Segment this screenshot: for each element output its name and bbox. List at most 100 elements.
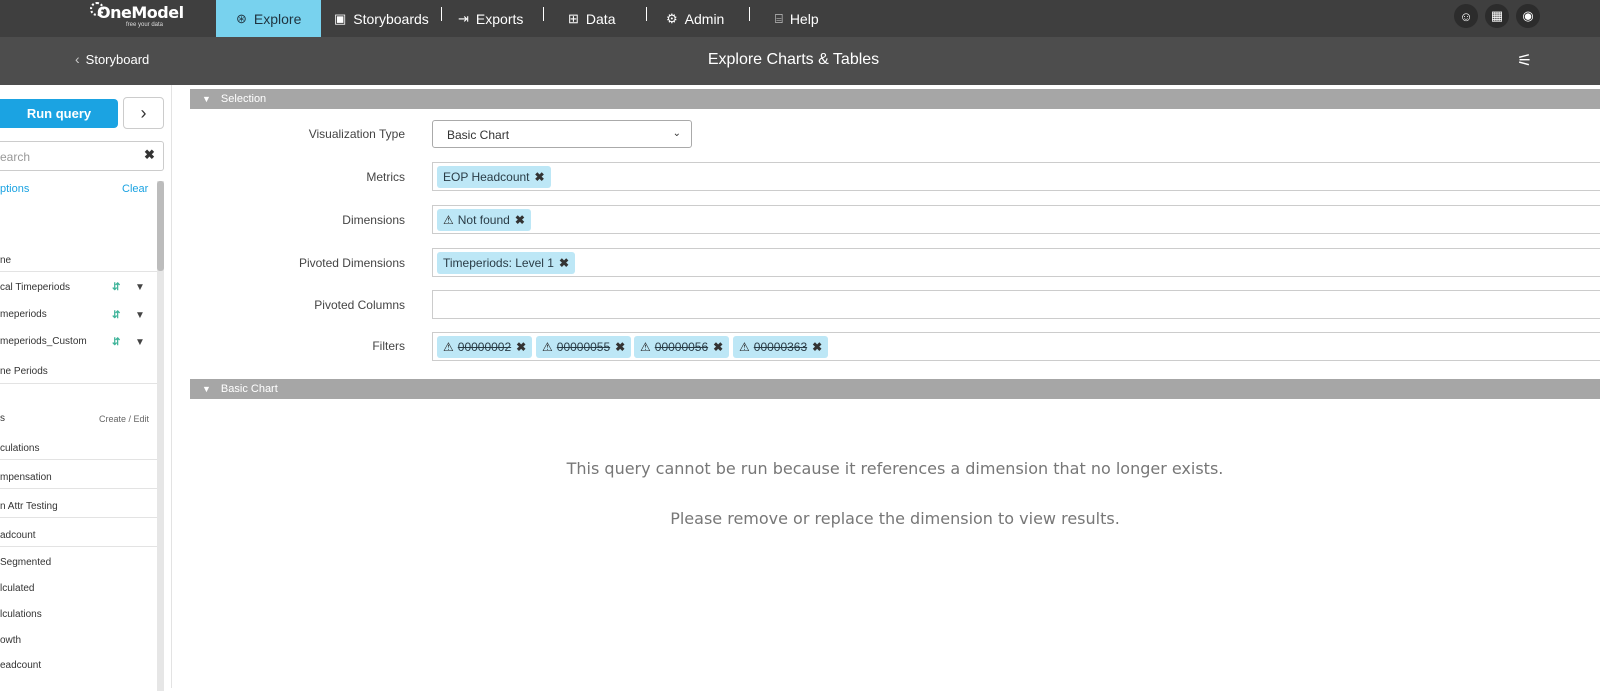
- logo-text: OneModel: [97, 3, 184, 22]
- sort-icon[interactable]: ⇵: [112, 310, 120, 321]
- divider: [0, 459, 157, 460]
- sidebar-scrollbar[interactable]: [157, 181, 164, 691]
- nav-exports-label: Exports: [475, 10, 524, 27]
- metric-chip-label: EOP Headcount: [443, 170, 530, 184]
- nav-data[interactable]: ⊞ Data: [568, 0, 615, 37]
- chevron-right-icon: ›: [140, 102, 147, 123]
- query-error-hint: Please remove or replace the dimension t…: [670, 509, 1120, 528]
- chevron-down-icon: ▼: [202, 94, 211, 104]
- clear-link[interactable]: Clear: [122, 183, 148, 195]
- remove-chip-icon[interactable]: ✖: [516, 340, 526, 354]
- remove-chip-icon[interactable]: ✖: [615, 340, 625, 354]
- create-edit-link[interactable]: Create / Edit: [99, 414, 149, 424]
- nav-help-label: Help: [789, 10, 819, 27]
- onemodel-logo[interactable]: OneModel free your data: [90, 1, 184, 33]
- divider: [0, 546, 157, 547]
- nav-exports[interactable]: ⇥ Exports: [458, 0, 523, 37]
- compass-icon: ⊛: [236, 10, 247, 26]
- sidebar-item-metric[interactable]: Segmented: [0, 557, 157, 568]
- remove-chip-icon[interactable]: ✖: [713, 340, 723, 354]
- filter-chip-label: 00000363: [753, 340, 808, 354]
- sidebar-item-time[interactable]: ne Periods: [0, 366, 157, 377]
- nav-divider: [749, 7, 750, 21]
- selection-section-header[interactable]: ▼ Selection: [190, 89, 1600, 109]
- filters-field[interactable]: ⚠ 00000002 ✖ ⚠ 00000055 ✖ ⚠ 00000056 ✖ ⚠…: [432, 332, 1600, 361]
- divider: [0, 271, 157, 272]
- expand-sidebar-button[interactable]: ›: [123, 97, 164, 129]
- logo-tagline: free your data: [126, 22, 164, 28]
- nav-divider: [543, 7, 544, 21]
- sidebar-item-metric[interactable]: adcount: [0, 530, 157, 541]
- remove-chip-icon[interactable]: ✖: [812, 340, 822, 354]
- settings-sliders-icon[interactable]: ⚟: [1517, 51, 1532, 71]
- pivoted-columns-label: Pivoted Columns: [314, 298, 405, 312]
- scrollbar-thumb[interactable]: [157, 181, 164, 271]
- dimensions-field[interactable]: ⚠ Not found ✖: [432, 205, 1600, 234]
- run-query-button[interactable]: Run query: [0, 99, 118, 128]
- nav-admin-label: Admin: [684, 10, 725, 27]
- storyboard-icon: ▣: [334, 10, 347, 26]
- time-section-header[interactable]: ne: [0, 255, 157, 266]
- pivoted-dimension-chip[interactable]: Timeperiods: Level 1 ✖: [437, 252, 576, 274]
- filter-chip-label: 00000056: [654, 340, 709, 354]
- visualization-type-value: Basic Chart: [447, 128, 510, 142]
- sidebar-item-metric[interactable]: culations: [0, 443, 157, 454]
- sidebar-item-metric[interactable]: mpensation: [0, 472, 157, 483]
- gear-icon: ⚙: [666, 10, 678, 26]
- sidebar-item-metric[interactable]: lculations: [0, 609, 157, 620]
- nav-divider: [646, 7, 647, 21]
- sidebar-item-time[interactable]: cal Timeperiods: [0, 282, 157, 293]
- divider: [0, 383, 157, 384]
- sub-header: ‹ Storyboard Explore Charts & Tables ⚟: [0, 37, 1600, 85]
- metrics-field[interactable]: EOP Headcount ✖: [432, 162, 1600, 191]
- sidebar-item-metric[interactable]: eadcount: [0, 660, 157, 671]
- sidebar-item-metric[interactable]: lculated: [0, 583, 157, 594]
- pivoted-dimension-chip-label: Timeperiods: Level 1: [443, 256, 554, 270]
- page-title: Explore Charts & Tables: [707, 51, 880, 68]
- warning-icon: ⚠: [640, 340, 651, 354]
- nav-explore-label: Explore: [253, 10, 302, 27]
- nav-data-label: Data: [585, 10, 616, 27]
- basic-chart-section-title: Basic Chart: [220, 383, 278, 395]
- filter-chip-label: 00000002: [457, 340, 512, 354]
- nav-admin[interactable]: ⚙ Admin: [666, 0, 724, 37]
- divider: [0, 488, 157, 489]
- visualization-type-select[interactable]: Basic Chart ⌄: [432, 120, 692, 148]
- selection-section-title: Selection: [220, 93, 267, 105]
- metric-chip[interactable]: EOP Headcount ✖: [437, 166, 551, 188]
- user-circle-icon[interactable]: ◉: [1516, 4, 1540, 28]
- warning-icon: ⚠: [443, 213, 454, 227]
- sidebar-item-metric[interactable]: n Attr Testing: [0, 501, 157, 512]
- dimension-chip[interactable]: ⚠ Not found ✖: [437, 209, 531, 231]
- pivoted-dimensions-field[interactable]: Timeperiods: Level 1 ✖: [432, 248, 1600, 277]
- visualization-type-label: Visualization Type: [308, 127, 405, 141]
- nav-storyboards[interactable]: ▣ Storyboards: [334, 0, 429, 37]
- filter-icon[interactable]: ▼: [135, 282, 145, 293]
- chevron-down-icon: ▼: [202, 384, 211, 394]
- sort-icon[interactable]: ⇵: [112, 337, 120, 348]
- sidebar-search-input[interactable]: earch: [0, 141, 164, 171]
- filter-chip[interactable]: ⚠ 00000363 ✖: [733, 336, 829, 358]
- nav-help[interactable]: ⌸ Help: [775, 0, 819, 37]
- options-link[interactable]: ptions: [0, 183, 29, 195]
- sidebar-item-metric[interactable]: owth: [0, 635, 157, 646]
- sidebar-item-time[interactable]: meperiods_Custom: [0, 336, 157, 347]
- nav-explore[interactable]: ⊛ Explore: [216, 0, 321, 37]
- sidebar-item-time[interactable]: meperiods: [0, 309, 157, 320]
- warning-icon: ⚠: [542, 340, 553, 354]
- filter-chip[interactable]: ⚠ 00000055 ✖: [536, 336, 632, 358]
- users-icon[interactable]: ☺: [1454, 4, 1478, 28]
- filter-icon[interactable]: ▼: [135, 310, 145, 321]
- pivoted-columns-field[interactable]: [432, 290, 1600, 319]
- chevron-down-icon: ⌄: [672, 128, 681, 139]
- remove-chip-icon[interactable]: ✖: [559, 256, 569, 270]
- filter-chip[interactable]: ⚠ 00000056 ✖: [634, 336, 730, 358]
- basic-chart-section-header[interactable]: ▼ Basic Chart: [190, 379, 1600, 399]
- calendar-icon[interactable]: ▦: [1485, 4, 1509, 28]
- remove-chip-icon[interactable]: ✖: [515, 213, 525, 227]
- remove-chip-icon[interactable]: ✖: [535, 170, 545, 184]
- filter-chip[interactable]: ⚠ 00000002 ✖: [437, 336, 533, 358]
- close-icon[interactable]: ✖: [144, 147, 155, 163]
- sort-icon[interactable]: ⇵: [112, 282, 120, 293]
- filter-icon[interactable]: ▼: [135, 337, 145, 348]
